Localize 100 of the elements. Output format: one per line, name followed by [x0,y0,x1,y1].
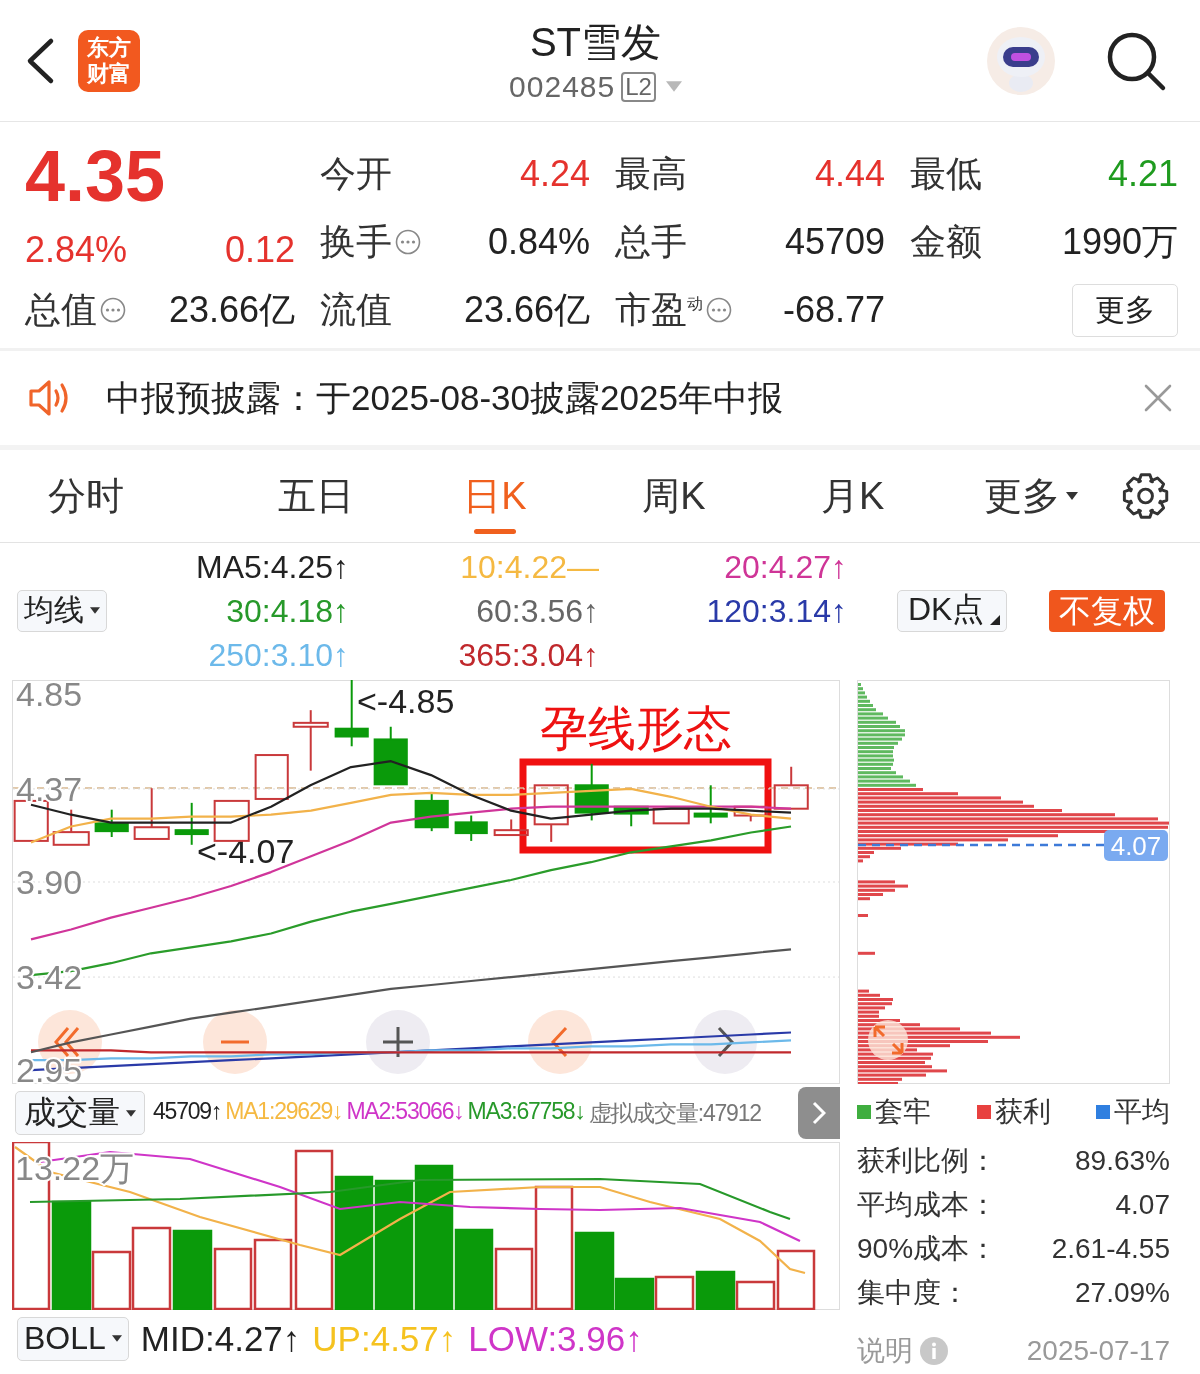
corner-triangle-icon [990,614,1001,625]
stat-value: 27.09% [1075,1277,1170,1309]
stat-label: 90%成本： [857,1232,998,1266]
boll-value: MID:4.27↑ [140,1318,301,1359]
moving-average-value: 120:3.14↑ [705,591,847,630]
candlestick [533,784,569,843]
stat-label: 总值 [25,287,97,332]
caret-icon [665,81,682,92]
level-badge[interactable]: L2 [621,71,656,102]
expand-button[interactable] [798,1087,840,1139]
moving-average-value: 10:4.22— [459,547,599,586]
chevron-right-icon [812,1101,826,1125]
candlestick [292,709,329,772]
stat-label: 最高 [615,151,687,196]
scroll-left-button[interactable] [528,1010,592,1074]
legend-label: 获利 [994,1094,1051,1129]
volume-value: MA1:29629↓ [225,1097,343,1126]
candlestick [373,725,408,786]
settings-icon[interactable] [1120,471,1170,521]
volume-value: MA2:53066↓ [346,1097,464,1126]
tab[interactable]: 周K [584,450,764,542]
stat-label: 平均成本： [857,1188,997,1222]
more-button[interactable]: 更多 [1072,283,1178,337]
volume-value: 虚拟成交量:47912 [588,1098,761,1128]
indicator-dropdown[interactable]: 成交量 [15,1091,145,1135]
stat-value: 23.66亿 [463,287,590,332]
candlestick [613,805,649,828]
candlestick [414,791,449,833]
tab[interactable]: 月K [763,450,943,542]
candlestick [773,765,809,810]
candlestick [133,787,170,840]
stat-value: 2.61-4.55 [1051,1233,1170,1265]
stat-value: -68.77 [782,289,885,331]
close-icon[interactable] [1144,384,1172,412]
robot-icon[interactable] [985,24,1057,97]
stat-label: 今开 [320,151,392,196]
candlestick [493,818,529,837]
legend-label: 套牢 [875,1094,931,1129]
date-text: 2025-07-17 [1026,1335,1170,1367]
volume-value: MA3:67758↓ [467,1097,585,1126]
legend-label: 平均 [1114,1094,1170,1129]
caret-icon [90,607,100,614]
candlestick [52,808,90,846]
last-price: 4.35 [25,140,167,212]
change-percent: 2.84% [25,230,128,270]
tab[interactable]: 五日 [226,450,406,542]
moving-average-value: MA5:4.25↑ [195,547,349,586]
volume-bar [654,1275,695,1310]
indicator-dropdown[interactable]: 均线 [17,589,107,632]
ellipsis-icon[interactable] [100,297,126,323]
stat-label: 获利比例： [857,1144,997,1178]
zoom-in-button[interactable] [366,1010,430,1074]
stat-label: 最低 [910,151,982,196]
axis-label: 3.90 [16,863,83,901]
tab[interactable]: 更多 [942,450,1121,542]
annotation-text: 孕线形态 [540,702,732,755]
indicator-dropdown[interactable]: BOLL [17,1316,129,1361]
candlestick [652,807,690,825]
stat-label: 总手 [615,219,687,264]
expand-icon[interactable] [868,1020,908,1060]
dk-button[interactable]: DK点 [897,589,1008,632]
stat-value: 4.07 [1115,1189,1170,1221]
ellipsis-icon[interactable] [706,297,732,323]
notice-text[interactable]: 中报预披露：于2025-08-30披露2025年中报 [106,374,1114,422]
candlestick [693,784,728,825]
stat-value: 4.44 [814,153,885,195]
stat-label: 集中度： [857,1276,969,1310]
stat-label: 市盈$^{动}$ [615,287,703,332]
stat-value: 0.84% [487,221,590,263]
stat-value: 1990万 [1061,219,1178,264]
boll-value: UP:4.57↑ [312,1318,457,1359]
zoom-out-button[interactable] [203,1010,267,1074]
volume-bar [695,1270,736,1310]
stat-value: 45709 [784,221,885,263]
price-marker: <-4.85 [357,682,455,720]
stock-code: 002485 [509,69,616,104]
change-amount: 0.12 [224,230,295,270]
moving-average-value: 60:3.56↑ [475,591,599,630]
scroll-right-button[interactable] [693,1010,757,1074]
candlestick [254,754,289,800]
stat-label: 流值 [320,287,392,332]
cost-badge: 4.07 [1104,830,1168,861]
stat-value: 89.63% [1075,1145,1170,1177]
stat-value: 4.24 [519,153,590,195]
boll-value: LOW:3.96↑ [468,1318,643,1359]
stat-label: 金额 [910,219,982,264]
stat-label: 换手 [320,219,392,264]
moving-average-value: 250:3.10↑ [207,635,349,674]
candlestick [733,805,768,823]
moving-average-value: 20:4.27↑ [723,547,847,586]
moving-average-value: 30:4.18↑ [225,591,349,630]
ellipsis-icon[interactable] [395,229,421,255]
axis-label: 4.85 [16,680,83,713]
stat-value: 4.21 [1107,153,1178,195]
volume-bar [213,1247,253,1310]
stat-value: 23.66亿 [168,287,295,332]
tab[interactable]: 分时 [48,450,227,542]
candlestick [574,762,609,822]
volume-value: 45709↑ [153,1097,222,1126]
candlestick [454,814,488,842]
